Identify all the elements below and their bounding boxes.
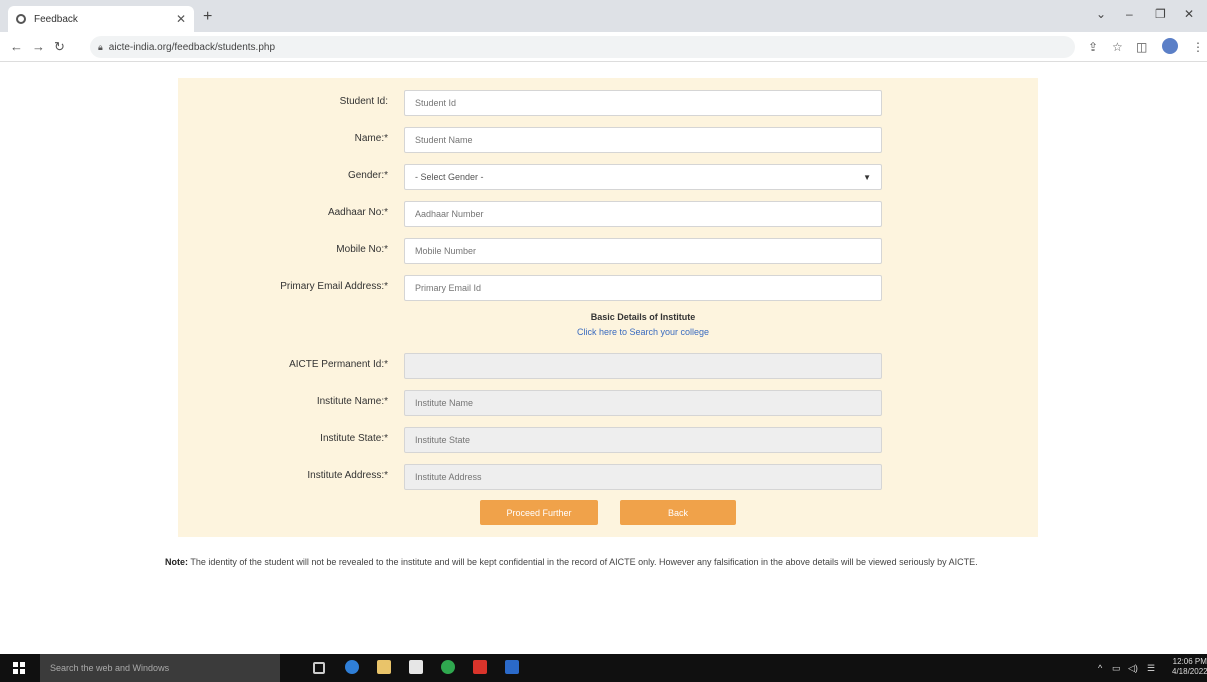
site-favicon-icon xyxy=(16,14,26,24)
mobile-row: Mobile No:* xyxy=(178,238,1038,264)
name-row: Name:* xyxy=(178,127,1038,153)
back-arrow-icon[interactable]: ← xyxy=(10,39,23,54)
pdf-reader-icon[interactable] xyxy=(473,660,487,674)
institute-section-title: Basic Details of Institute xyxy=(590,312,696,322)
volume-icon[interactable]: ◁) xyxy=(1128,663,1138,674)
back-button[interactable]: Back xyxy=(620,500,736,525)
email-row: Primary Email Address:* xyxy=(178,275,1038,301)
gender-select[interactable]: - Select Gender - ▼ xyxy=(404,164,882,190)
taskbar-clock[interactable]: 12:06 PM 4/18/2022 xyxy=(1172,657,1207,677)
minimize-icon[interactable]: – xyxy=(1126,7,1133,21)
aicte-id-row: AICTE Permanent Id:* xyxy=(178,353,1038,379)
gender-select-value: - Select Gender - xyxy=(415,172,484,182)
gender-label: Gender:* xyxy=(347,170,388,181)
student-name-input[interactable] xyxy=(404,127,882,153)
aadhaar-label: Aadhaar No:* xyxy=(327,207,388,218)
institute-address-row: Institute Address:* xyxy=(178,464,1038,490)
student-id-row: Student Id: xyxy=(178,90,1038,116)
student-id-label: Student Id: xyxy=(339,96,388,107)
email-label: Primary Email Address:* xyxy=(280,281,388,292)
show-hidden-icons-icon[interactable]: ^ xyxy=(1098,663,1102,673)
student-id-input[interactable] xyxy=(404,90,882,116)
window-close-icon[interactable]: ✕ xyxy=(1184,7,1194,21)
institute-state-input xyxy=(404,427,882,453)
institute-state-row: Institute State:* xyxy=(178,427,1038,453)
address-toolbar: ← → ↻ 🔒︎ aicte-india.org/feedback/studen… xyxy=(0,32,1207,62)
name-label: Name:* xyxy=(354,133,388,144)
lock-icon: 🔒︎ xyxy=(98,41,103,52)
note-heading: Note: xyxy=(165,557,188,567)
aadhaar-input[interactable] xyxy=(404,201,882,227)
store-icon[interactable] xyxy=(409,660,423,674)
profile-avatar[interactable] xyxy=(1162,38,1178,54)
edge-browser-icon[interactable] xyxy=(345,660,359,674)
new-tab-icon[interactable]: + xyxy=(203,8,212,26)
maximize-icon[interactable]: ❐ xyxy=(1155,7,1166,21)
email-input[interactable] xyxy=(404,275,882,301)
mobile-input[interactable] xyxy=(404,238,882,264)
menu-kebab-icon[interactable]: ⋮ xyxy=(1192,40,1204,54)
chevron-down-icon: ▼ xyxy=(863,172,871,182)
note-text: The identity of the student will not be … xyxy=(190,557,978,567)
clock-time: 12:06 PM xyxy=(1172,657,1207,666)
network-icon[interactable]: ▭ xyxy=(1112,663,1121,674)
institute-address-label: Institute Address:* xyxy=(307,470,388,481)
gender-row: Gender:* - Select Gender - ▼ xyxy=(178,164,1038,190)
forward-arrow-icon[interactable]: → xyxy=(32,39,45,54)
word-icon[interactable] xyxy=(505,660,519,674)
institute-name-row: Institute Name:* xyxy=(178,390,1038,416)
side-panel-icon[interactable]: ◫ xyxy=(1136,40,1147,54)
proceed-button[interactable]: Proceed Further xyxy=(480,500,598,525)
browser-tab-bar: Feedback ✕ + ⌄ – ❐ ✕ xyxy=(0,0,1207,32)
aicte-id-label: AICTE Permanent Id:* xyxy=(289,359,388,370)
clock-date: 4/18/2022 xyxy=(1172,667,1207,676)
share-icon[interactable]: ⇪ xyxy=(1088,40,1098,54)
search-college-link[interactable]: Click here to Search your college xyxy=(404,327,882,337)
aadhaar-row: Aadhaar No:* xyxy=(178,201,1038,227)
reload-icon[interactable]: ↻ xyxy=(54,39,65,55)
institute-state-label: Institute State:* xyxy=(320,433,388,444)
feedback-form-panel: Student Id: Name:* Gender:* - Select Gen… xyxy=(178,78,1038,537)
tab-title: Feedback xyxy=(34,13,78,25)
bookmark-star-icon[interactable]: ☆ xyxy=(1112,40,1123,54)
institute-name-label: Institute Name:* xyxy=(316,396,388,407)
file-explorer-icon[interactable] xyxy=(377,660,391,674)
url-bar[interactable]: 🔒︎ aicte-india.org/feedback/students.php xyxy=(90,36,1075,58)
windows-taskbar: Search the web and Windows ^ ▭ ◁) ☰ 12:0… xyxy=(0,654,1207,682)
browser-tab[interactable]: Feedback ✕ xyxy=(8,6,194,32)
chrome-icon[interactable] xyxy=(441,660,455,674)
institute-name-input xyxy=(404,390,882,416)
tab-search-icon[interactable]: ⌄ xyxy=(1096,7,1106,21)
mobile-label: Mobile No:* xyxy=(336,244,388,255)
notification-icon[interactable]: ☰ xyxy=(1147,663,1155,674)
task-view-icon[interactable] xyxy=(313,662,325,674)
confidentiality-note: Note: The identity of the student will n… xyxy=(165,556,1045,569)
institute-address-input xyxy=(404,464,882,490)
close-tab-icon[interactable]: ✕ xyxy=(176,12,186,26)
windows-start-icon[interactable] xyxy=(13,662,25,674)
taskbar-search-box[interactable]: Search the web and Windows xyxy=(40,654,280,682)
aicte-id-input xyxy=(404,353,882,379)
url-text: aicte-india.org/feedback/students.php xyxy=(108,41,276,53)
